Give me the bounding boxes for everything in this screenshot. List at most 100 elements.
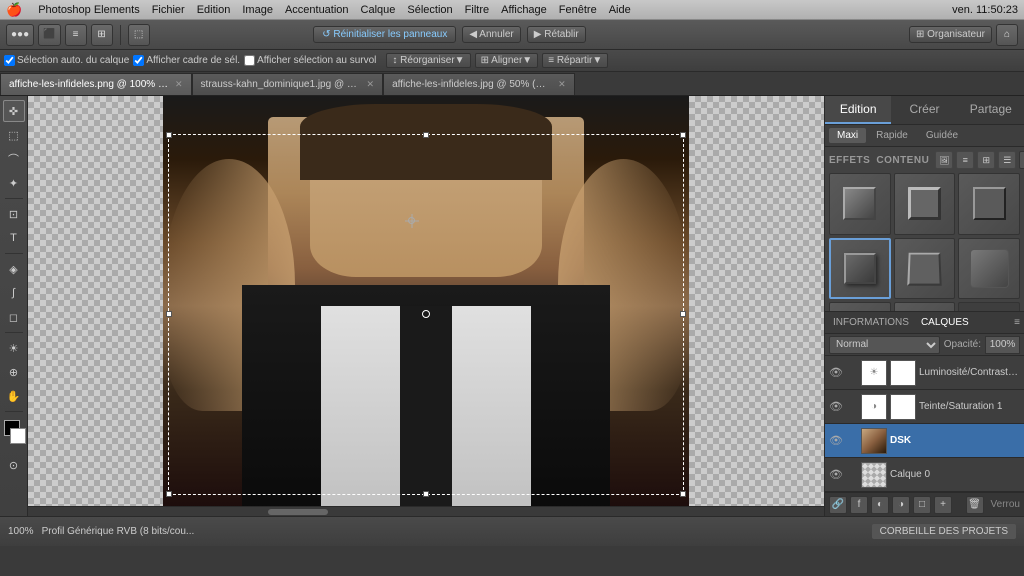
tab-close-1[interactable]: ✕ (367, 79, 375, 90)
tool-crop[interactable]: ⊡ (3, 203, 25, 225)
menu-selection[interactable]: Sélection (407, 4, 452, 16)
layer-mask-btn[interactable]: ◐ (871, 496, 889, 514)
aligner-button[interactable]: ⊞ Aligner▼ (475, 53, 539, 68)
tool-hand[interactable]: ✋ (3, 385, 25, 407)
effect-cell-5[interactable] (894, 238, 956, 300)
panel-tab-edition[interactable]: Edition (825, 96, 891, 124)
toolbar-btn-5[interactable]: ⬚ (128, 24, 150, 46)
tool-brush[interactable]: ∫ (3, 282, 25, 304)
menu-accentuation[interactable]: Accentuation (285, 4, 349, 16)
layer-link-btn[interactable]: 🔗 (829, 496, 847, 514)
opt-selection-auto[interactable]: Sélection auto. du calque (4, 55, 129, 66)
menu-app-name[interactable]: Photoshop Elements (38, 4, 140, 16)
canvas-photo-area (163, 96, 689, 516)
tab-close-0[interactable]: ✕ (175, 79, 183, 90)
opacity-input[interactable] (985, 336, 1020, 354)
hscroll-thumb[interactable] (268, 509, 328, 515)
toolbar-btn-2[interactable]: ⬛ (38, 24, 60, 46)
layer-new-btn[interactable]: + (934, 496, 952, 514)
effect-cell-4[interactable] (829, 238, 891, 300)
layer-dsk[interactable]: 👁 DSK (825, 424, 1024, 458)
home-button[interactable]: ⌂ (996, 24, 1018, 46)
tool-marquee[interactable]: ⬚ (3, 124, 25, 146)
menu-fenetre[interactable]: Fenêtre (559, 4, 597, 16)
tool-move[interactable]: ✜ (3, 100, 25, 122)
tool-magic-wand[interactable]: ✦ (3, 172, 25, 194)
tool-paint-bucket[interactable]: ◈ (3, 258, 25, 280)
menu-fichier[interactable]: Fichier (152, 4, 185, 16)
layers-opts-icon[interactable]: ≡ (1014, 317, 1020, 328)
tab-close-2[interactable]: ✕ (558, 79, 566, 90)
layer-vis-3[interactable]: 👁 (829, 434, 843, 448)
menu-filtre[interactable]: Filtre (465, 4, 489, 16)
effect-cell-7[interactable] (829, 302, 891, 311)
layer-calque0[interactable]: 👁 Calque 0 (825, 458, 1024, 492)
opt-afficher-selection[interactable]: Afficher sélection au survol (244, 55, 376, 66)
doc-tab-0[interactable]: affiche-les-infideles.png @ 100% (DSK, R… (0, 73, 192, 95)
doc-tab-1[interactable]: strauss-kahn_dominique1.jpg @ 100% (Calq… (192, 73, 384, 95)
layer-delete-btn[interactable]: 🗑 (966, 496, 984, 514)
content-label[interactable]: CONTENU (876, 155, 929, 166)
eff-icon-1[interactable]: 🖼 (935, 151, 953, 169)
layer-adjustment-btn[interactable]: ◑ (892, 496, 910, 514)
layer-vis-4[interactable]: 👁 (829, 468, 843, 482)
tool-dodge[interactable]: ☀ (3, 337, 25, 359)
layer-style-btn[interactable]: f (850, 496, 868, 514)
eff-icon-3[interactable]: ⊞ (977, 151, 995, 169)
toolbar-btn-3[interactable]: ≡ (65, 24, 87, 46)
tool-sep-3 (5, 332, 23, 333)
annuler-button[interactable]: ◀ Annuler (462, 26, 520, 43)
layer-vis-2[interactable]: 👁 (829, 400, 843, 414)
menu-affichage[interactable]: Affichage (501, 4, 547, 16)
effect-cell-3[interactable] (958, 173, 1020, 235)
canvas-right-transparent (689, 96, 824, 516)
hscrollbar[interactable] (28, 506, 824, 516)
layer-group-btn[interactable]: □ (913, 496, 931, 514)
layers-section: INFORMATIONS CALQUES ≡ Normal Opacité: 👁… (825, 311, 1024, 516)
layer-thumb-calque0 (861, 462, 887, 488)
effect-cell-1[interactable] (829, 173, 891, 235)
blend-mode-select[interactable]: Normal (829, 336, 940, 354)
tool-lasso[interactable]: ⌒ (3, 148, 25, 170)
canvas-area[interactable] (28, 96, 824, 516)
menu-calque[interactable]: Calque (361, 4, 396, 16)
layer-name-calque0: Calque 0 (890, 469, 1020, 480)
repartir-button[interactable]: ≡ Répartir▼ (542, 53, 608, 68)
biseautages-dropdown[interactable]: Biseautages (1019, 151, 1024, 169)
effect-cell-8[interactable] (894, 302, 956, 311)
layer-lock-4 (846, 469, 858, 481)
effects-label[interactable]: EFFETS (829, 155, 870, 166)
toolbar-btn-1[interactable]: ●●● (6, 24, 34, 46)
layer-vis-1[interactable]: 👁 (829, 366, 843, 380)
tool-eraser[interactable]: ◻ (3, 306, 25, 328)
tool-eyedropper[interactable]: ⊙ (3, 454, 25, 476)
doc-tab-2[interactable]: affiche-les-infideles.jpg @ 50% (RVB/8) … (383, 73, 575, 95)
layers-tab-calques[interactable]: CALQUES (917, 315, 973, 330)
panel-tab-partage[interactable]: Partage (958, 96, 1024, 124)
organisateur-button[interactable]: ⊞ Organisateur (909, 26, 992, 43)
effect-cell-6[interactable] (958, 238, 1020, 300)
reorganiser-button[interactable]: ↕ Réorganiser▼ (386, 53, 470, 68)
layers-tab-info[interactable]: INFORMATIONS (829, 315, 913, 330)
layer-luminosity[interactable]: 👁 ☀ Luminosité/Contraste 1 (825, 356, 1024, 390)
menu-image[interactable]: Image (242, 4, 273, 16)
sub-tab-guidee[interactable]: Guidée (918, 128, 966, 143)
toolbar-btn-4[interactable]: ⊞ (91, 24, 113, 46)
panel-tab-creer[interactable]: Créer (891, 96, 957, 124)
eff-icon-2[interactable]: ≡ (956, 151, 974, 169)
sub-tab-rapide[interactable]: Rapide (868, 128, 916, 143)
effect-cell-2[interactable] (894, 173, 956, 235)
menu-edition[interactable]: Edition (197, 4, 231, 16)
corbeille-label[interactable]: CORBEILLE DES PROJETS (872, 524, 1016, 539)
opt-afficher-cadre[interactable]: Afficher cadre de sél. (133, 55, 240, 66)
reset-panels-button[interactable]: ↺ Réinitialiser les panneaux (313, 26, 456, 43)
eff-icon-4[interactable]: ☰ (998, 151, 1016, 169)
background-color[interactable] (10, 428, 26, 444)
menu-aide[interactable]: Aide (609, 4, 631, 16)
layer-teinte[interactable]: 👁 ◑ Teinte/Saturation 1 (825, 390, 1024, 424)
apple-menu[interactable]: 🍎 (6, 2, 22, 18)
sub-tab-maxi[interactable]: Maxi (829, 128, 866, 143)
tool-zoom[interactable]: ⊕ (3, 361, 25, 383)
retablir-button[interactable]: ▶ Rétablir (527, 26, 586, 43)
tool-type[interactable]: T (3, 227, 25, 249)
